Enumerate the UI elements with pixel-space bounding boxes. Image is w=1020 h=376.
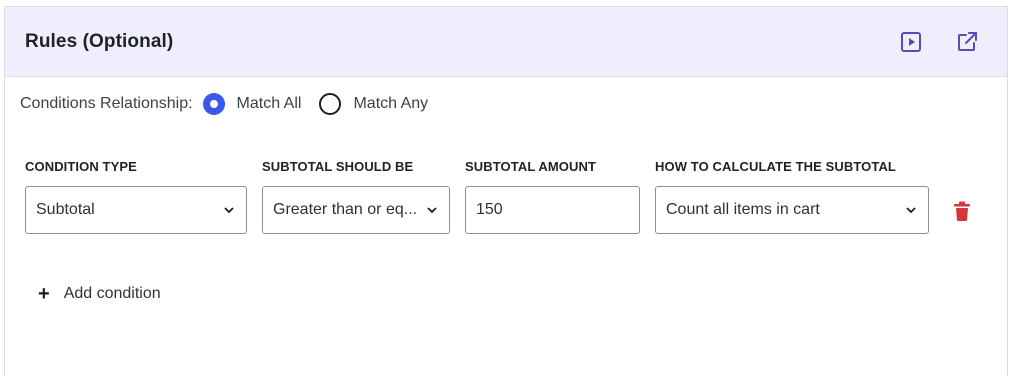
subtotal-should-be-header: SUBTOTAL SHOULD BE [262,159,414,174]
radio-unchecked-icon [319,93,342,115]
chevron-down-icon [906,207,916,214]
match-all-radio[interactable]: Match All [202,93,302,115]
condition-type-select[interactable]: Subtotal [25,186,247,234]
condition-type-header: CONDITION TYPE [25,159,137,174]
trash-icon[interactable] [953,201,971,221]
chevron-down-icon [224,207,234,214]
operator-value: Greater than or eq... [273,201,418,218]
add-condition-label: Add condition [63,285,161,302]
radio-checked-icon [202,93,225,115]
panel-title: Rules (Optional) [25,30,174,52]
subtotal-amount-header: SUBTOTAL AMOUNT [465,159,597,174]
operator-select[interactable]: Greater than or eq... [262,186,450,234]
plus-icon: + [38,283,50,305]
match-any-label: Match Any [353,95,429,112]
calculation-value: Count all items in cart [666,201,820,218]
external-link-icon[interactable] [955,30,979,54]
calculation-header: HOW TO CALCULATE THE SUBTOTAL [655,159,896,174]
relationship-label: Conditions Relationship: [20,95,193,112]
calculation-select[interactable]: Count all items in cart [655,186,929,234]
panel-header: Rules (Optional) [5,7,1007,77]
add-condition-button[interactable]: + Add condition [38,284,161,304]
subtotal-amount-input[interactable]: 150 [465,186,640,234]
conditions-relationship: Conditions Relationship: Match All Match… [20,89,446,119]
match-all-label: Match All [236,95,302,112]
match-any-radio[interactable]: Match Any [319,93,428,115]
play-square-icon[interactable] [899,30,923,54]
chevron-down-icon [427,207,437,214]
header-actions [899,30,979,54]
subtotal-amount-value: 150 [476,201,503,218]
condition-type-value: Subtotal [36,201,95,218]
